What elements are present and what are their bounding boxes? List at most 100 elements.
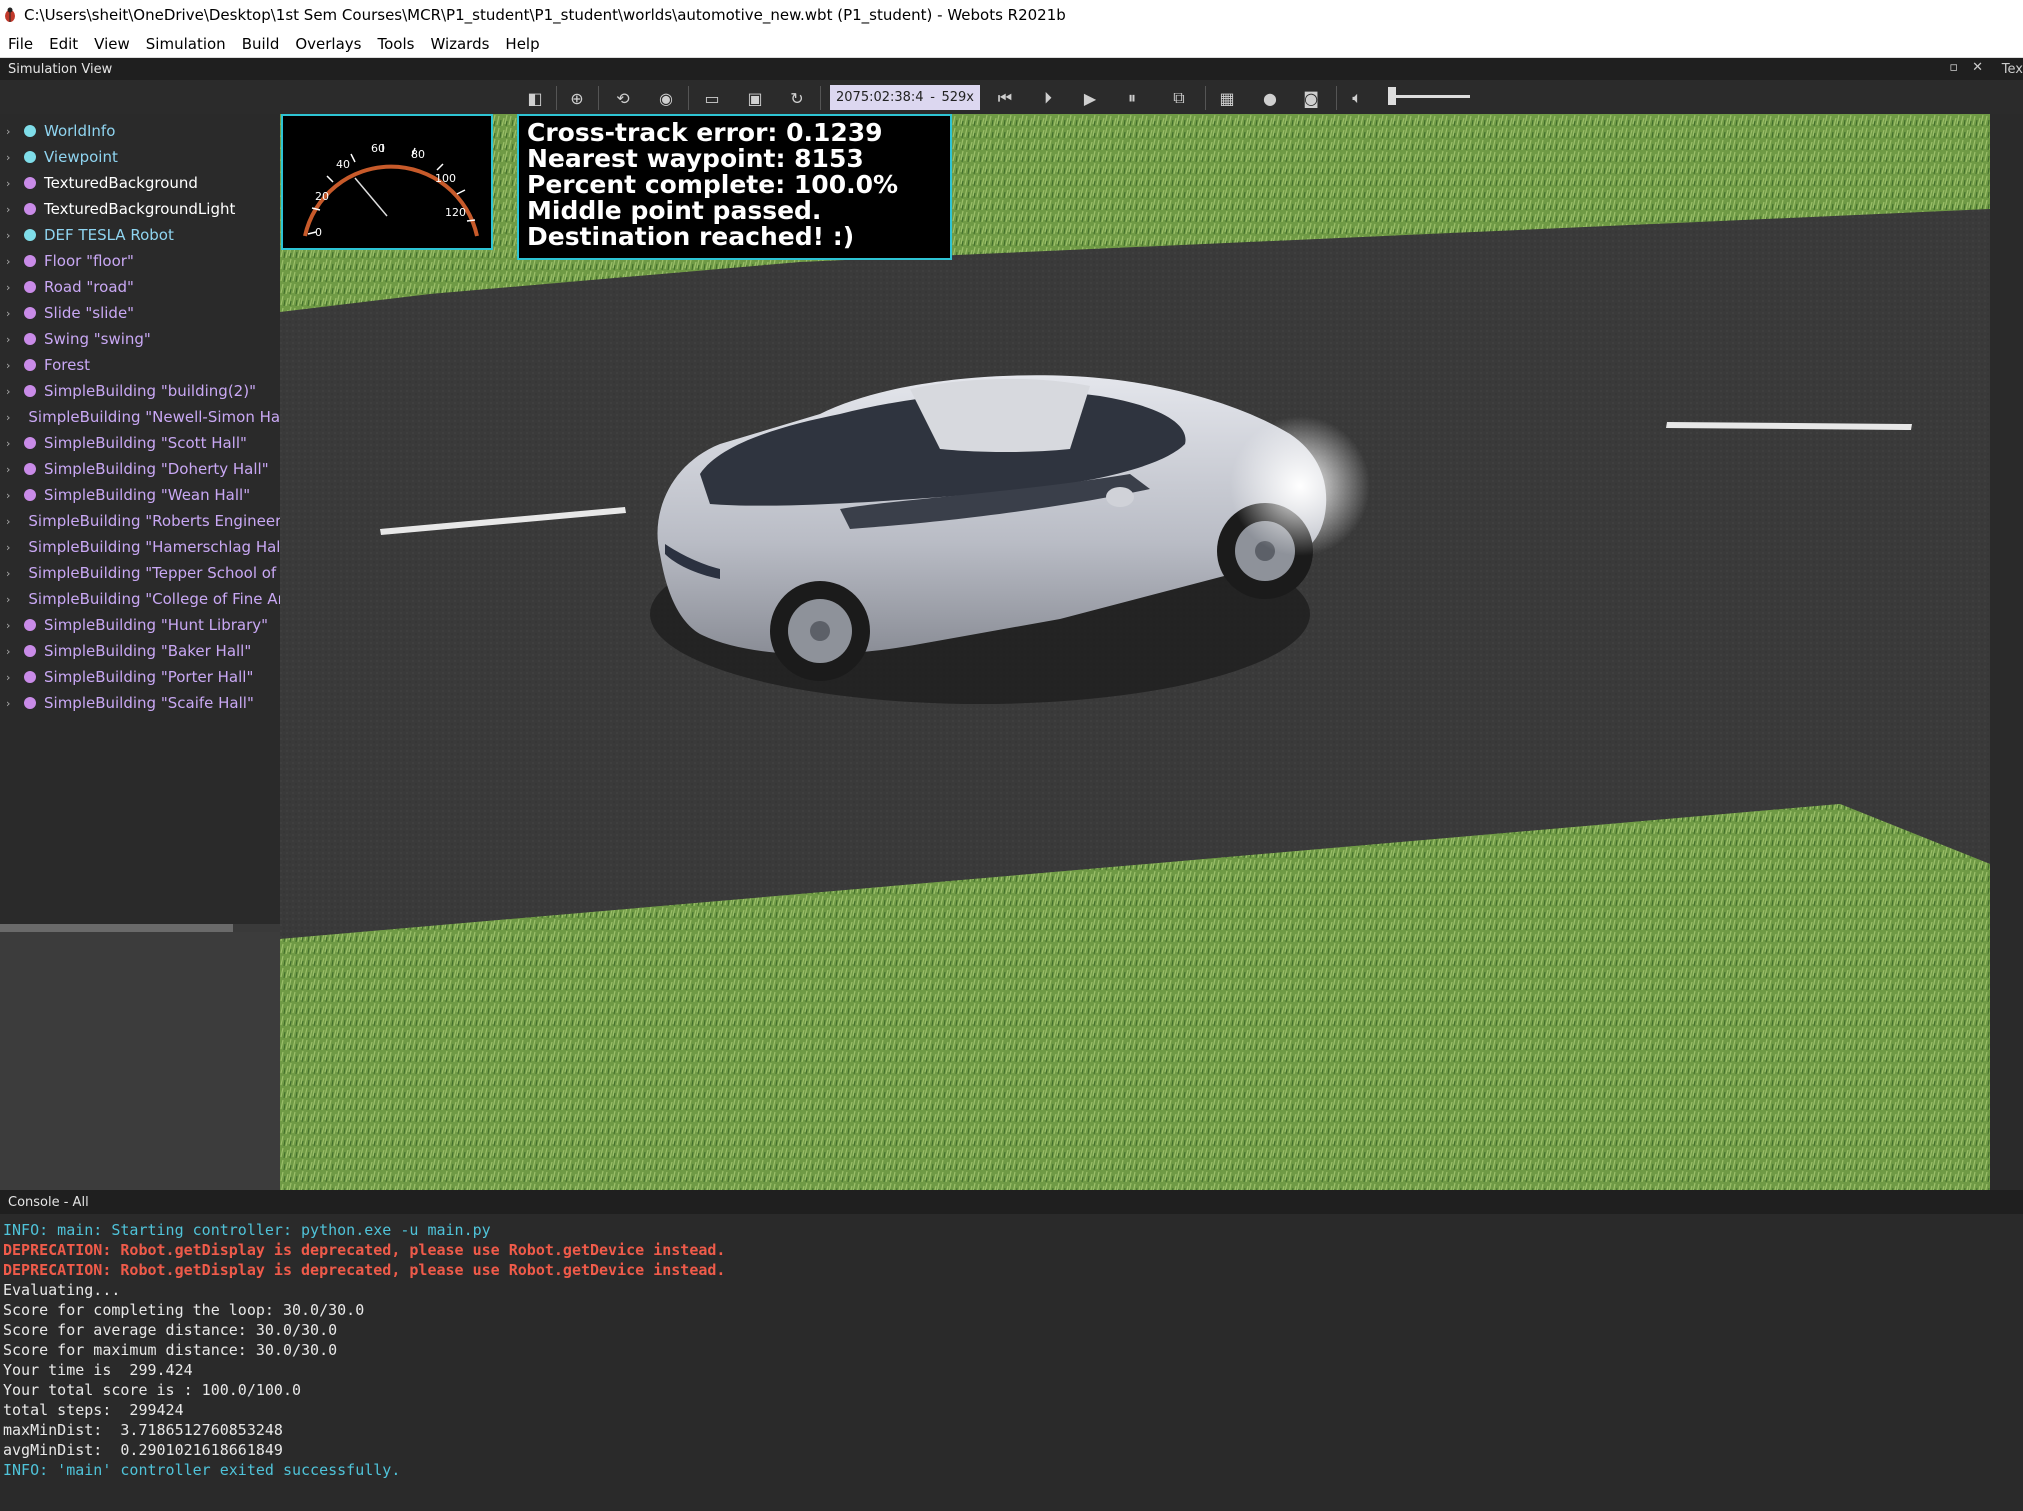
console-line: Score for average distance: 30.0/30.0 — [3, 1321, 338, 1339]
view-eye-icon[interactable]: ◉ — [654, 86, 678, 110]
hud-line-destination: Destination reached! :) — [527, 222, 855, 251]
save-world-icon[interactable]: ▣ — [743, 86, 767, 110]
chevron-right-icon[interactable]: › — [6, 619, 14, 632]
scene-tree-item[interactable]: › SimpleBuilding "Tepper School of Bu — [0, 560, 280, 586]
chevron-right-icon[interactable]: › — [6, 125, 14, 138]
toggle-scene-tree-icon[interactable]: ◧ — [523, 86, 547, 110]
menu-build[interactable]: Build — [234, 35, 288, 53]
chevron-right-icon[interactable]: › — [6, 333, 14, 346]
chevron-right-icon[interactable]: › — [6, 593, 10, 606]
menu-edit[interactable]: Edit — [41, 35, 86, 53]
console-output[interactable]: INFO: main: Starting controller: python.… — [0, 1214, 2023, 1511]
scene-tree-item[interactable]: › Slide "slide" — [0, 300, 280, 326]
scene-tree-item[interactable]: › SimpleBuilding "Doherty Hall" — [0, 456, 280, 482]
scene-tree-item[interactable]: › WorldInfo — [0, 118, 280, 144]
open-world-icon[interactable]: ▭ — [700, 86, 724, 110]
pause-icon[interactable]: ⏸ — [1120, 86, 1144, 110]
speedometer-gauge: 0 20 40 60 80 100 120 — [303, 142, 479, 239]
reload-world-icon[interactable]: ↻ — [785, 86, 809, 110]
chevron-right-icon[interactable]: › — [6, 671, 14, 684]
chevron-right-icon[interactable]: › — [6, 697, 14, 710]
hud-text-overlay[interactable]: Cross-track error: 0.1239 Nearest waypoi… — [517, 114, 952, 260]
volume-slider-track[interactable] — [1390, 95, 1470, 98]
chevron-right-icon[interactable]: › — [6, 645, 14, 658]
scene-tree-item[interactable]: › SimpleBuilding "Hunt Library" — [0, 612, 280, 638]
3d-viewport[interactable] — [280, 114, 1990, 1190]
node-dot-icon — [24, 151, 36, 163]
chevron-right-icon[interactable]: › — [6, 229, 14, 242]
scene-tree-item-label: SimpleBuilding "Wean Hall" — [44, 486, 251, 504]
scene-tree-scrollbar[interactable] — [0, 924, 280, 932]
node-dot-icon — [24, 463, 36, 475]
scene-tree-item-label: Forest — [44, 356, 91, 374]
console-header: Console - All — [0, 1190, 2023, 1214]
chevron-right-icon[interactable]: › — [6, 307, 14, 320]
scene-tree-item[interactable]: › TexturedBackground — [0, 170, 280, 196]
simulation-speed: 529x — [941, 90, 974, 105]
scene-tree-item[interactable]: › Forest — [0, 352, 280, 378]
console-line: Your total score is : 100.0/100.0 — [3, 1381, 302, 1399]
mute-speaker-icon[interactable]: 🔈︎ — [1345, 86, 1369, 110]
scene-tree-item[interactable]: › SimpleBuilding "College of Fine Arts — [0, 586, 280, 612]
text-editor-tab-label[interactable]: Tex — [2002, 62, 2023, 77]
menu-tools[interactable]: Tools — [369, 35, 422, 53]
fast-mode-icon[interactable]: ⧉ — [1167, 86, 1191, 110]
scene-tree-item[interactable]: › TexturedBackgroundLight — [0, 196, 280, 222]
volume-slider-handle[interactable] — [1388, 87, 1396, 105]
scene-tree-item[interactable]: › Swing "swing" — [0, 326, 280, 352]
menu-simulation[interactable]: Simulation — [138, 35, 234, 53]
chevron-right-icon[interactable]: › — [6, 385, 14, 398]
chevron-right-icon[interactable]: › — [6, 281, 14, 294]
float-window-icon[interactable]: ▫ — [1949, 60, 1958, 75]
screenshot-camera-icon[interactable]: ◙ — [1299, 86, 1323, 110]
chevron-right-icon[interactable]: › — [6, 177, 14, 190]
scene-tree-item[interactable]: › SimpleBuilding "Hamerschlag Hall" — [0, 534, 280, 560]
scene-tree-item[interactable]: › SimpleBuilding "Wean Hall" — [0, 482, 280, 508]
scene-tree-item-label: TexturedBackground — [44, 174, 198, 192]
menu-file[interactable]: File — [0, 35, 41, 53]
chevron-right-icon[interactable]: › — [6, 411, 10, 424]
chevron-right-icon[interactable]: › — [6, 255, 14, 268]
console-line: DEPRECATION: Robot.getDisplay is depreca… — [3, 1241, 726, 1259]
chevron-right-icon[interactable]: › — [6, 203, 14, 216]
chevron-right-icon[interactable]: › — [6, 489, 14, 502]
chevron-right-icon[interactable]: › — [6, 437, 14, 450]
step-icon[interactable]: ⏵ — [1036, 86, 1060, 110]
chevron-right-icon[interactable]: › — [6, 151, 14, 164]
scene-tree-item[interactable]: › SimpleBuilding "Baker Hall" — [0, 638, 280, 664]
chevron-right-icon[interactable]: › — [6, 359, 14, 372]
speedometer-overlay[interactable]: 0 20 40 60 80 100 120 — [281, 114, 493, 250]
close-icon[interactable]: ✕ — [1972, 60, 1983, 75]
node-dot-icon — [24, 229, 36, 241]
scene-tree-item[interactable]: › SimpleBuilding "building(2)" — [0, 378, 280, 404]
restore-viewpoint-icon[interactable]: ⟲ — [611, 86, 635, 110]
scene-tree-item[interactable]: › Viewpoint — [0, 144, 280, 170]
scene-tree-item[interactable]: › DEF TESLA Robot — [0, 222, 280, 248]
chevron-right-icon[interactable]: › — [6, 463, 14, 476]
scene-tree-item[interactable]: › SimpleBuilding "Porter Hall" — [0, 664, 280, 690]
chevron-right-icon[interactable]: › — [6, 541, 10, 554]
scene-tree-item[interactable]: › SimpleBuilding "Scott Hall" — [0, 430, 280, 456]
menu-wizards[interactable]: Wizards — [422, 35, 497, 53]
record-animation-icon[interactable]: ● — [1258, 86, 1282, 110]
scene-tree-item[interactable]: › Road "road" — [0, 274, 280, 300]
node-dot-icon — [24, 645, 36, 657]
scene-tree-item[interactable]: › SimpleBuilding "Scaife Hall" — [0, 690, 280, 716]
node-dot-icon — [24, 203, 36, 215]
chevron-right-icon[interactable]: › — [6, 515, 10, 528]
menu-help[interactable]: Help — [497, 35, 547, 53]
run-realtime-icon[interactable]: ▶ — [1078, 86, 1102, 110]
node-dot-icon — [24, 359, 36, 371]
scene-tree-item[interactable]: › Floor "floor" — [0, 248, 280, 274]
scene-tree-item[interactable]: › SimpleBuilding "Newell-Simon Hall" — [0, 404, 280, 430]
node-dot-icon — [24, 333, 36, 345]
field-editor-panel — [0, 932, 280, 1190]
menu-view[interactable]: View — [86, 35, 138, 53]
add-node-icon[interactable]: ⊕ — [565, 86, 589, 110]
reset-simulation-icon[interactable]: ⏮ — [993, 86, 1017, 110]
chevron-right-icon[interactable]: › — [6, 567, 10, 580]
scene-tree-item[interactable]: › SimpleBuilding "Roberts Engineering — [0, 508, 280, 534]
record-movie-icon[interactable]: ▦ — [1215, 86, 1239, 110]
menu-overlays[interactable]: Overlays — [287, 35, 369, 53]
node-dot-icon — [24, 385, 36, 397]
